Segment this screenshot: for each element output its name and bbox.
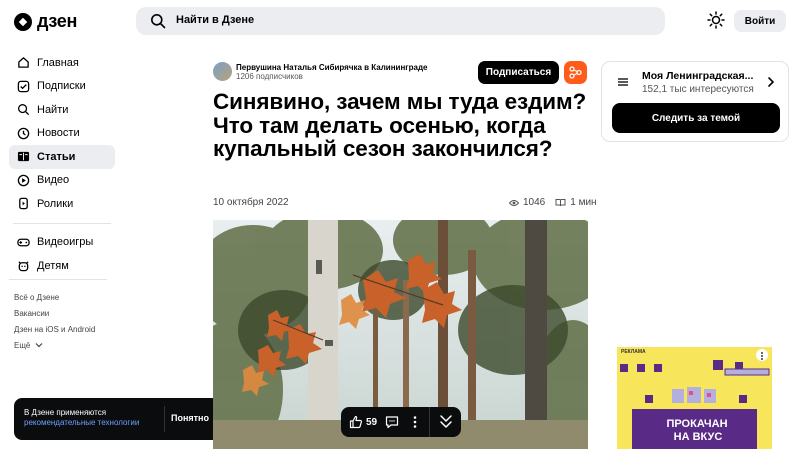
footer-links: Всё о Дзене Вакансии Дзен на iOS и Andro… xyxy=(14,292,95,356)
author-name[interactable]: Первушина Наталья Сибирячка в Калинингра… xyxy=(236,63,428,72)
sidebar-item-video[interactable]: Видео xyxy=(9,169,115,193)
sidebar-item-label: Ролики xyxy=(37,197,74,210)
article-date: 10 октября 2022 xyxy=(213,197,289,208)
follow-theme-button[interactable]: Следить за темой xyxy=(612,103,780,133)
sidebar: Главная Подписки Найти Новости Статьи Ви… xyxy=(9,51,115,278)
more-vertical-icon[interactable] xyxy=(411,415,419,429)
chevron-down-icon xyxy=(35,343,43,348)
sidebar-item-subscriptions[interactable]: Подписки xyxy=(9,75,115,99)
sidebar-divider xyxy=(13,222,111,224)
header: дзен Найти в Дзене Войти xyxy=(0,0,800,42)
comment-icon[interactable] xyxy=(385,415,399,429)
sidebar-item-label: Видео xyxy=(37,174,70,187)
sidebar-item-label: Видеоигры xyxy=(37,236,94,249)
ad-headline-2: НА ВКУС xyxy=(657,431,739,443)
ad-banner[interactable]: РЕКЛАМА ПРОКАЧАН НА ВКУС xyxy=(617,347,772,449)
cookie-divider xyxy=(164,406,165,432)
sidebar-item-news[interactable]: Новости xyxy=(9,122,115,146)
menu-icon xyxy=(618,78,628,86)
sidebar-divider xyxy=(9,279,107,280)
footer-link-about[interactable]: Всё о Дзене xyxy=(14,292,95,308)
search-icon xyxy=(18,104,30,116)
sidebar-item-search[interactable]: Найти xyxy=(9,98,115,122)
dzen-logo-icon xyxy=(14,12,32,31)
sidebar-item-label: Детям xyxy=(37,259,69,272)
sun-icon[interactable] xyxy=(707,11,725,29)
gamepad-icon xyxy=(17,238,30,247)
search-input[interactable]: Найти в Дзене xyxy=(176,14,254,26)
sidebar-item-videogames[interactable]: Видеоигры xyxy=(9,231,115,255)
dzen-logo[interactable]: дзен xyxy=(14,11,77,32)
reactions-bar: 59 xyxy=(341,407,461,437)
footer-link-jobs[interactable]: Вакансии xyxy=(14,308,95,324)
footer-more-label: Ещё xyxy=(14,341,31,350)
search-icon xyxy=(151,14,166,29)
footer-link-more[interactable]: Ещё xyxy=(14,340,95,356)
read-time: 1 мин xyxy=(570,197,597,208)
sidebar-item-shorts[interactable]: Ролики xyxy=(9,192,115,216)
eye-icon xyxy=(509,199,519,206)
avatar[interactable] xyxy=(213,62,232,81)
theme-subscribers: 152,1 тыс интересуются xyxy=(642,84,754,95)
news-icon xyxy=(17,127,30,140)
sidebar-item-label: Статьи xyxy=(37,150,76,163)
scroll-down-button[interactable] xyxy=(429,407,461,437)
cookie-link[interactable]: рекомендательные технологии xyxy=(24,418,139,428)
cookie-notice: В Дзене применяются рекомендательные тех… xyxy=(14,398,220,440)
cookie-text: В Дзене применяются рекомендательные тех… xyxy=(24,408,139,428)
sidebar-item-kids[interactable]: Детям xyxy=(9,254,115,278)
double-chevron-down-icon xyxy=(440,415,452,428)
share-button[interactable] xyxy=(564,61,587,84)
sidebar-item-home[interactable]: Главная xyxy=(9,51,115,75)
sidebar-item-label: Главная xyxy=(37,56,79,69)
login-button[interactable]: Войти xyxy=(734,10,786,32)
views-count: 1046 xyxy=(523,197,546,208)
cookie-accept-button[interactable]: Понятно xyxy=(171,413,209,423)
book-icon xyxy=(555,199,566,207)
like-button[interactable]: 59 xyxy=(349,415,377,429)
sidebar-item-label: Подписки xyxy=(37,80,86,93)
articles-icon xyxy=(17,152,30,162)
sidebar-item-label: Найти xyxy=(37,103,69,116)
kids-icon xyxy=(18,261,29,272)
subscribe-button[interactable]: Подписаться xyxy=(478,61,559,84)
article-meta: 1046 1 мин xyxy=(509,197,597,208)
home-icon xyxy=(18,57,29,69)
video-icon xyxy=(17,174,30,187)
chevron-right-icon[interactable] xyxy=(765,76,777,88)
likes-count: 59 xyxy=(366,416,378,428)
ad-headline-1: ПРОКАЧАН xyxy=(647,418,747,430)
theme-name[interactable]: Моя Ленинградская... xyxy=(642,70,753,82)
sidebar-item-label: Новости xyxy=(37,127,80,140)
cookie-message: В Дзене применяются xyxy=(24,408,107,417)
logo-text: дзен xyxy=(37,11,78,31)
thumbs-up-icon xyxy=(349,415,363,429)
theme-card[interactable]: Моя Ленинградская... 152,1 тыс интересую… xyxy=(601,61,789,142)
subscriptions-icon xyxy=(17,80,30,93)
article-title: Синявино, зачем мы туда ездим? Что там д… xyxy=(213,89,587,161)
footer-link-apps[interactable]: Дзен на iOS и Android xyxy=(14,324,95,340)
search-bar[interactable]: Найти в Дзене xyxy=(136,7,665,35)
share-icon xyxy=(569,66,582,79)
sidebar-item-articles[interactable]: Статьи xyxy=(9,145,115,169)
shorts-icon xyxy=(19,197,28,210)
author-subscribers: 1206 подписчиков xyxy=(236,72,303,81)
